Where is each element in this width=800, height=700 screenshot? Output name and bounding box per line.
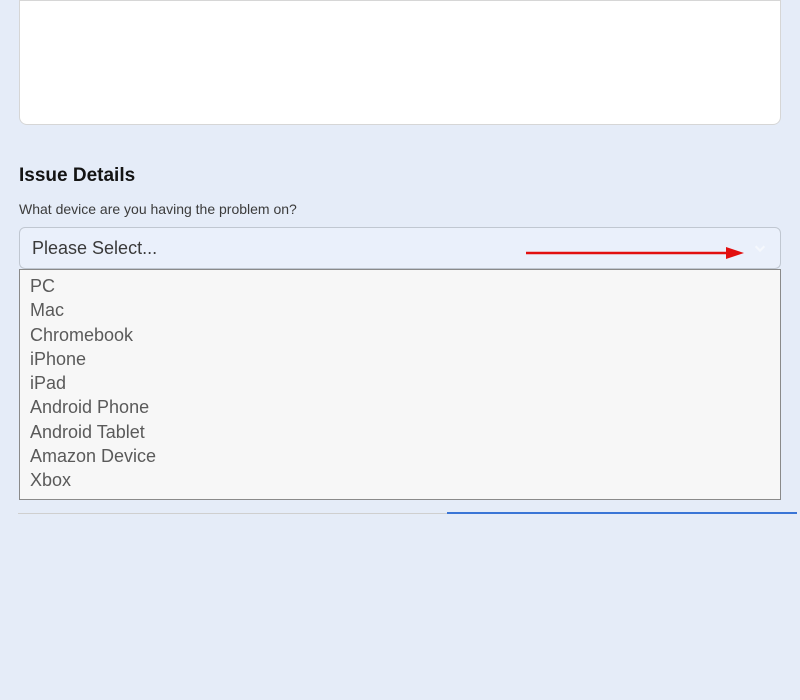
device-field-label: What device are you having the problem o… xyxy=(19,201,781,217)
divider-line xyxy=(18,513,448,514)
dropdown-option-amazon-device[interactable]: Amazon Device xyxy=(30,444,770,468)
dropdown-option-pc[interactable]: PC xyxy=(30,274,770,298)
issue-details-section: Issue Details What device are you having… xyxy=(19,165,781,500)
accent-underline xyxy=(447,512,797,514)
dropdown-option-ipad[interactable]: iPad xyxy=(30,371,770,395)
dropdown-option-chromebook[interactable]: Chromebook xyxy=(30,323,770,347)
device-select[interactable]: Please Select... xyxy=(19,227,781,269)
dropdown-option-android-tablet[interactable]: Android Tablet xyxy=(30,420,770,444)
chevron-down-icon xyxy=(752,240,768,256)
section-title: Issue Details xyxy=(19,165,781,187)
select-placeholder: Please Select... xyxy=(32,238,752,259)
previous-card-bottom xyxy=(19,0,781,125)
dropdown-option-android-phone[interactable]: Android Phone xyxy=(30,395,770,419)
dropdown-option-iphone[interactable]: iPhone xyxy=(30,347,770,371)
device-dropdown-list[interactable]: PC Mac Chromebook iPhone iPad Android Ph… xyxy=(19,269,781,500)
dropdown-option-xbox[interactable]: Xbox xyxy=(30,468,770,492)
dropdown-option-mac[interactable]: Mac xyxy=(30,298,770,322)
